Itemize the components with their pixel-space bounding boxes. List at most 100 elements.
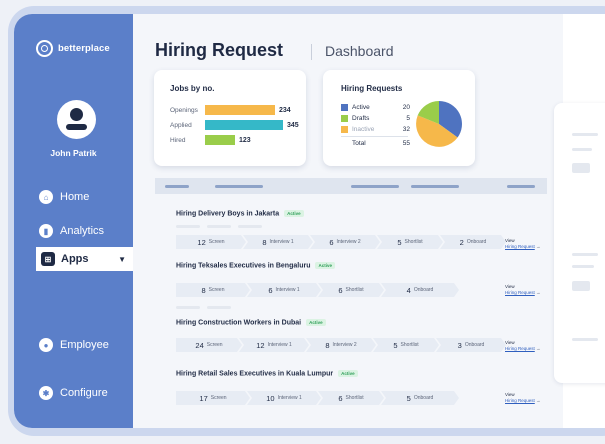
view-label: View [505,238,515,243]
pipeline-stage[interactable]: 5 Onboard [381,391,459,405]
pipeline-stage[interactable]: 12 Screen [176,235,246,249]
stage-count: 5 [393,340,398,350]
job-title[interactable]: Hiring Construction Workers in Dubai Acti… [176,319,326,326]
job-title[interactable]: Hiring Teksales Executives in Bengaluru A… [176,262,335,269]
stage-label: Interview 1 [275,287,300,293]
link-text: Hiring Request [505,243,535,249]
legend-value: 32 [402,126,410,133]
placeholder-box [572,163,590,173]
sidebar-item-employee[interactable]: ● Employee [39,338,109,352]
user-body-icon [66,124,87,130]
hiring-pipeline: 17 Screen 10 Interview 1 6 Shortlist 5 Onboa… [176,391,456,405]
stage-count: 3 [457,340,462,350]
jobs-by-number-card: Jobs by no. Openings 234 Applied 345 Hir… [154,70,306,166]
placeholder-line [572,265,594,268]
app-window: betterplace John Patrik ⌂ Home ▮ Analyti… [14,14,605,428]
page-subtitle: Dashboard [325,43,394,59]
column-header-placeholder [165,185,189,188]
link-text: Hiring Request [505,345,535,351]
job-title-text: Hiring Construction Workers in Dubai [176,319,302,327]
pipeline-stage[interactable]: 17 Screen [176,391,250,405]
stage-count: 4 [406,285,411,295]
sidebar-item-label: Home [60,191,90,203]
placeholder-line [572,148,592,151]
user-name: John Patrik [50,148,97,158]
stage-label: Screen [210,395,227,401]
job-title[interactable]: Hiring Delivery Boys in Jakarta Active [176,210,304,217]
requests-pie-chart [416,101,462,147]
sidebar-item-label: Employee [60,339,109,351]
stage-count: 6 [338,393,343,403]
bar-label: Applied [170,121,192,129]
column-header-placeholder [411,185,459,188]
avatar[interactable] [57,100,96,139]
stage-label: Onboard [413,287,434,293]
view-hiring-request-link[interactable]: View Hiring Request → [505,340,541,351]
legend-swatch [341,104,348,111]
stage-label: Interview 1 [277,395,302,401]
pipeline-stage[interactable]: 24 Screen [176,338,242,352]
stage-label: Onboard [464,342,485,348]
legend-value: 20 [402,104,410,111]
stage-count: 24 [195,340,204,350]
brand-logo[interactable]: betterplace [36,40,110,57]
job-title-text: Hiring Teksales Executives in Bengaluru [176,262,311,270]
legend-value: 5 [406,115,410,122]
pipeline-stage[interactable]: 8 Screen [176,283,250,297]
stage-label: Interview 1 [269,239,294,245]
view-hiring-request-link[interactable]: View Hiring Request → [505,238,541,249]
view-label: View [505,340,515,345]
stage-label: Interview 1 [267,342,292,348]
pipeline-stage[interactable]: 4 Onboard [381,283,459,297]
pipeline-stage[interactable]: 8 Interview 1 [243,235,313,249]
pipeline-stage[interactable]: 12 Interview 1 [239,338,309,352]
pipeline-stage[interactable]: 5 Shortlist [373,338,439,352]
title-divider [311,44,312,60]
sidebar-item-configure[interactable]: ✱ Configure [39,386,108,400]
pipeline-stage[interactable]: 2 Onboard [440,235,506,249]
pipeline-stage[interactable]: 3 Onboard [436,338,506,352]
sidebar-item-label: Configure [60,387,108,399]
pipeline-stage[interactable]: 5 Shortlist [377,235,443,249]
pipeline-stage[interactable]: 6 Interview 1 [247,283,321,297]
legend-spacer [341,140,348,147]
view-label: View [505,392,515,397]
pipeline-stage[interactable]: 6 Shortlist [318,283,384,297]
bar-value: 234 [279,106,291,114]
view-hiring-request-link[interactable]: View Hiring Request → [505,392,541,403]
hiring-pipeline: 24 Screen 12 Interview 1 8 Interview 2 5 Sho… [176,338,503,352]
pipeline-stage[interactable]: 8 Interview 2 [306,338,376,352]
legend-row-total: Total 55 [341,140,410,147]
legend-row-inactive: Inactive 32 [341,126,410,133]
status-badge: Active [338,370,358,377]
pipeline-stage[interactable]: 6 Shortlist [318,391,384,405]
hiring-pipeline: 8 Screen 6 Interview 1 6 Shortlist 4 Onboard [176,283,456,297]
stage-count: 6 [268,285,273,295]
gear-icon: ✱ [39,386,53,400]
stage-label: Interview 2 [336,239,361,245]
stage-count: 6 [338,285,343,295]
bar-label: Hired [170,136,186,144]
stage-count: 8 [262,237,267,247]
placeholder-box [572,281,590,291]
pipeline-stage[interactable]: 10 Interview 1 [247,391,321,405]
stage-label: Interview 2 [332,342,357,348]
placeholder-line [238,225,262,228]
home-icon: ⌂ [39,190,53,204]
bar-row-hired: Hired 123 [170,135,251,145]
stage-count: 12 [197,237,206,247]
job-title-text: Hiring Delivery Boys in Jakarta [176,210,280,218]
job-title[interactable]: Hiring Retail Sales Executives in Kuala … [176,370,358,377]
column-header-placeholder [507,185,535,188]
stage-label: Shortlist [404,239,423,245]
sidebar-item-analytics[interactable]: ▮ Analytics [39,224,104,238]
sidebar-item-apps[interactable]: ⊞ Apps ▼ [36,247,134,271]
sidebar-item-label: Analytics [60,225,105,237]
bar-value: 345 [287,121,299,129]
view-hiring-request-link[interactable]: View Hiring Request → [505,284,541,295]
pipeline-stage[interactable]: 6 Interview 2 [310,235,380,249]
chevron-down-icon[interactable]: ▼ [118,255,126,264]
stage-label: Onboard [466,239,487,245]
job-title-text: Hiring Retail Sales Executives in Kuala … [176,370,334,378]
sidebar-item-home[interactable]: ⌂ Home [39,190,89,204]
